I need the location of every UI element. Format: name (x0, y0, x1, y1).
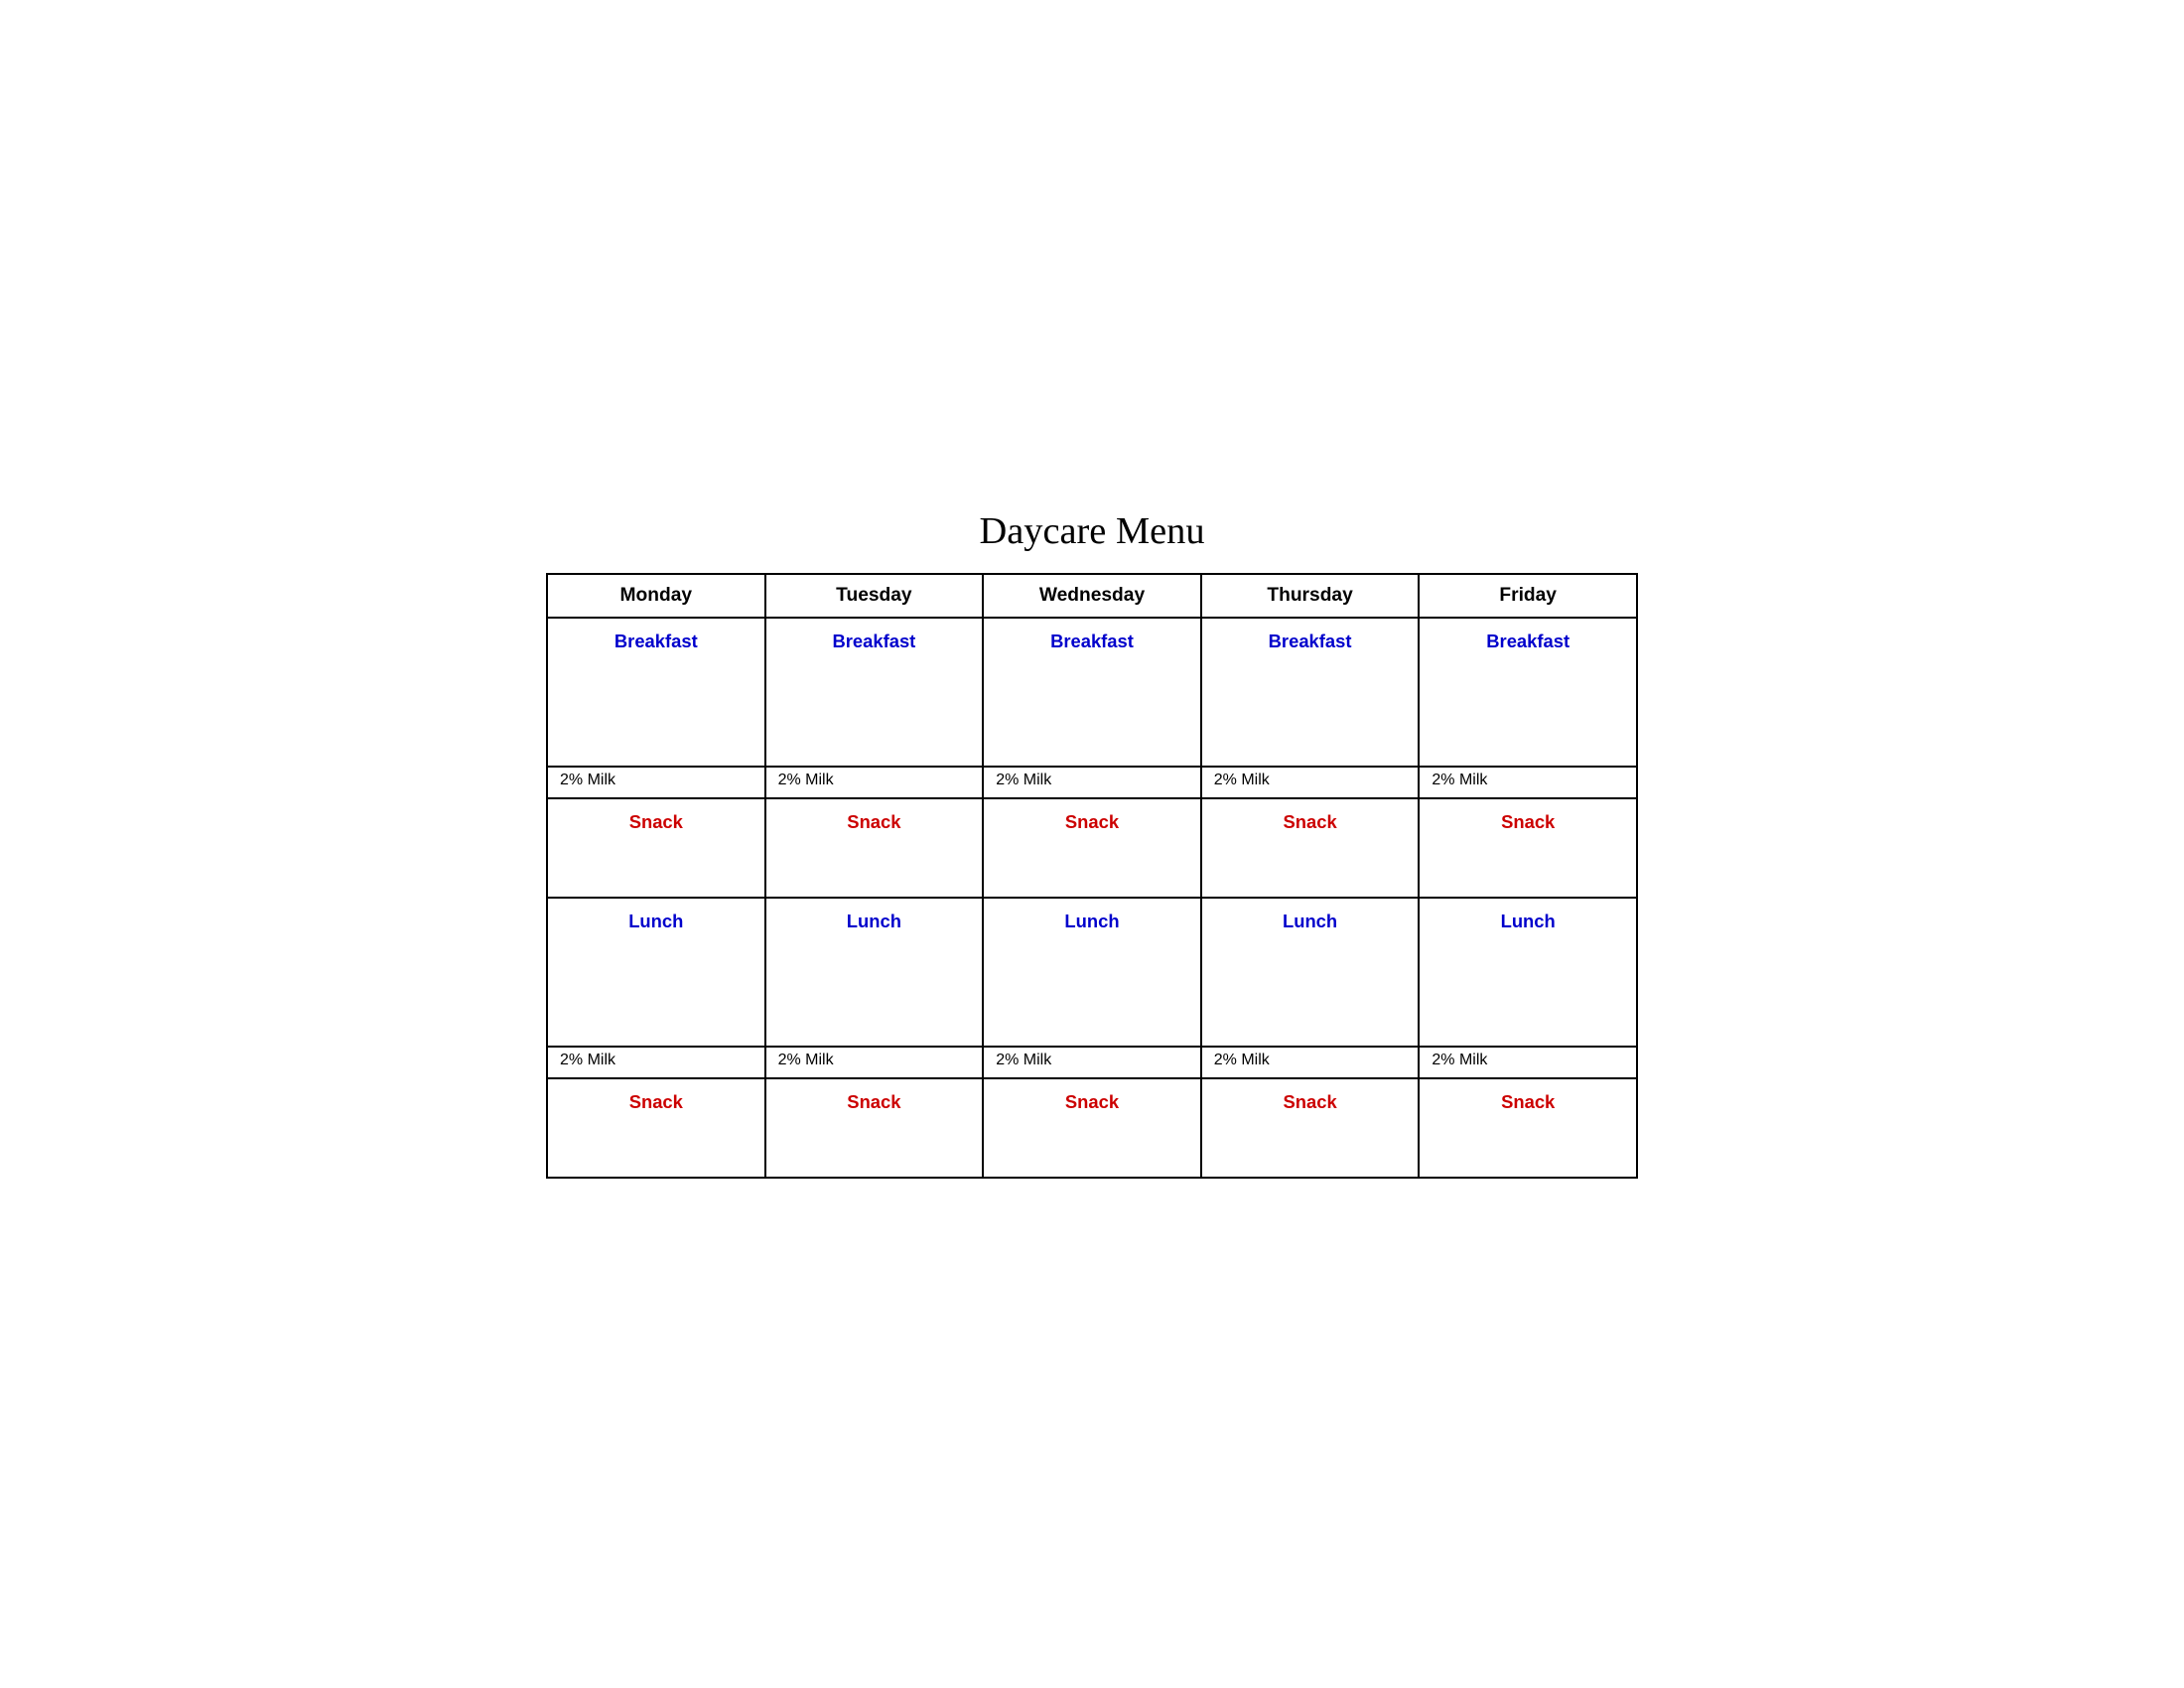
snack-row-1: Snack Snack Snack Snack Snack (547, 798, 1637, 898)
snack1-friday: Snack (1419, 798, 1637, 898)
milk1-thursday: 2% Milk (1201, 767, 1420, 798)
snack1-tuesday: Snack (765, 798, 984, 898)
snack2-label-monday: Snack (560, 1087, 752, 1115)
milk1-monday: 2% Milk (547, 767, 765, 798)
lunch-label-thursday: Lunch (1214, 907, 1407, 934)
milk2-thursday: 2% Milk (1201, 1047, 1420, 1078)
lunch-label-wednesday: Lunch (996, 907, 1188, 934)
milk2-monday: 2% Milk (547, 1047, 765, 1078)
col-header-thursday: Thursday (1201, 574, 1420, 618)
menu-table: Monday Tuesday Wednesday Thursday Friday… (546, 573, 1638, 1179)
lunch-label-friday: Lunch (1432, 907, 1624, 934)
lunch-monday: Lunch (547, 898, 765, 1047)
snack-row-2: Snack Snack Snack Snack Snack (547, 1078, 1637, 1178)
snack2-label-friday: Snack (1432, 1087, 1624, 1115)
milk2-friday: 2% Milk (1419, 1047, 1637, 1078)
page-container: Daycare Menu Monday Tuesday Wednesday Th… (546, 509, 1638, 1179)
snack2-wednesday: Snack (983, 1078, 1201, 1178)
milk-row-2: 2% Milk 2% Milk 2% Milk 2% Milk 2% Milk (547, 1047, 1637, 1078)
breakfast-label-wednesday: Breakfast (996, 627, 1188, 654)
col-header-friday: Friday (1419, 574, 1637, 618)
milk-row-1: 2% Milk 2% Milk 2% Milk 2% Milk 2% Milk (547, 767, 1637, 798)
breakfast-label-thursday: Breakfast (1214, 627, 1407, 654)
snack2-tuesday: Snack (765, 1078, 984, 1178)
lunch-tuesday: Lunch (765, 898, 984, 1047)
lunch-wednesday: Lunch (983, 898, 1201, 1047)
lunch-row: Lunch Lunch Lunch Lunch Lunch (547, 898, 1637, 1047)
breakfast-monday: Breakfast (547, 618, 765, 767)
milk2-wednesday: 2% Milk (983, 1047, 1201, 1078)
snack1-wednesday: Snack (983, 798, 1201, 898)
breakfast-wednesday: Breakfast (983, 618, 1201, 767)
lunch-label-monday: Lunch (560, 907, 752, 934)
header-row: Monday Tuesday Wednesday Thursday Friday (547, 574, 1637, 618)
snack2-thursday: Snack (1201, 1078, 1420, 1178)
milk1-wednesday: 2% Milk (983, 767, 1201, 798)
milk2-tuesday: 2% Milk (765, 1047, 984, 1078)
page-title: Daycare Menu (546, 509, 1638, 553)
snack2-friday: Snack (1419, 1078, 1637, 1178)
snack1-label-tuesday: Snack (778, 807, 971, 835)
snack1-label-thursday: Snack (1214, 807, 1407, 835)
breakfast-tuesday: Breakfast (765, 618, 984, 767)
breakfast-label-tuesday: Breakfast (778, 627, 971, 654)
breakfast-label-friday: Breakfast (1432, 627, 1624, 654)
snack1-label-monday: Snack (560, 807, 752, 835)
breakfast-label-monday: Breakfast (560, 627, 752, 654)
snack1-monday: Snack (547, 798, 765, 898)
breakfast-thursday: Breakfast (1201, 618, 1420, 767)
breakfast-row: Breakfast Breakfast Breakfast Breakfast … (547, 618, 1637, 767)
milk1-friday: 2% Milk (1419, 767, 1637, 798)
snack1-label-wednesday: Snack (996, 807, 1188, 835)
snack2-label-thursday: Snack (1214, 1087, 1407, 1115)
col-header-monday: Monday (547, 574, 765, 618)
snack1-thursday: Snack (1201, 798, 1420, 898)
col-header-wednesday: Wednesday (983, 574, 1201, 618)
snack2-label-tuesday: Snack (778, 1087, 971, 1115)
snack2-label-wednesday: Snack (996, 1087, 1188, 1115)
lunch-thursday: Lunch (1201, 898, 1420, 1047)
snack1-label-friday: Snack (1432, 807, 1624, 835)
col-header-tuesday: Tuesday (765, 574, 984, 618)
milk1-tuesday: 2% Milk (765, 767, 984, 798)
breakfast-friday: Breakfast (1419, 618, 1637, 767)
snack2-monday: Snack (547, 1078, 765, 1178)
lunch-label-tuesday: Lunch (778, 907, 971, 934)
lunch-friday: Lunch (1419, 898, 1637, 1047)
